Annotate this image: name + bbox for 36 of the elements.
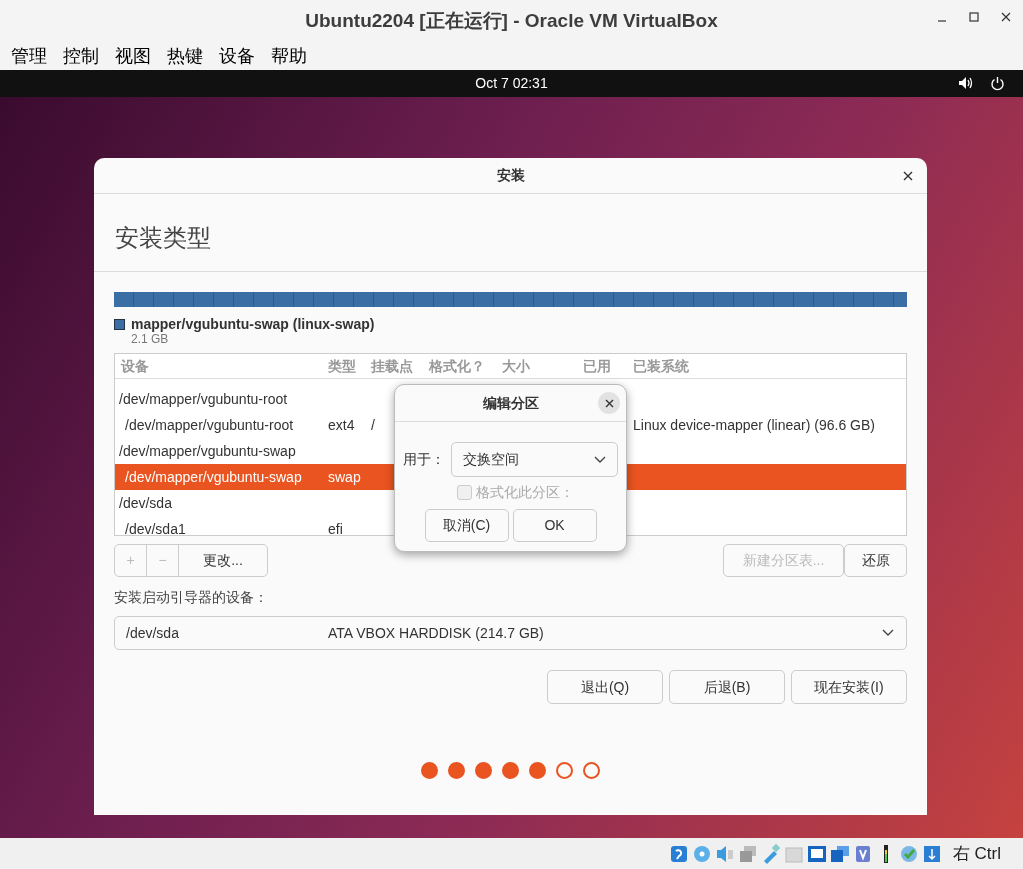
action-button[interactable]: 退出(Q) bbox=[547, 670, 663, 704]
dialog-title: 编辑分区 bbox=[482, 393, 539, 413]
boot-device-dropdown[interactable]: /dev/sda ATA VBOX HARDDISK (214.7 GB) bbox=[114, 616, 907, 650]
table-button[interactable]: 还原 bbox=[844, 544, 907, 577]
menu-item[interactable]: 设备 bbox=[211, 42, 263, 70]
table-cell[interactable]: efi bbox=[328, 516, 371, 535]
window-title: Ubuntu2204 [正在运行] - Oracle VM VirtualBox bbox=[305, 8, 718, 33]
format-label: 格式化此分区： bbox=[476, 483, 574, 502]
use-label: 用于： bbox=[403, 450, 445, 469]
menu-item[interactable]: 视图 bbox=[107, 42, 159, 70]
window-title: 安装 bbox=[496, 166, 525, 185]
partition-label: mapper/vgubuntu-swap (linux-swap) bbox=[131, 316, 375, 332]
boot-device-label: 安装启动引导器的设备： bbox=[114, 588, 269, 607]
partition-size: 2.1 GB bbox=[131, 332, 170, 346]
device-name[interactable]: /dev/sda bbox=[115, 492, 172, 514]
use-dropdown[interactable]: 交换空间 bbox=[451, 442, 618, 477]
page-heading: 安装类型 bbox=[94, 194, 927, 272]
table-button[interactable]: 更改... bbox=[178, 544, 268, 577]
table-cell[interactable]: /dev/sda1 bbox=[115, 516, 328, 535]
menu-item[interactable]: 管理 bbox=[3, 42, 55, 70]
action-button[interactable]: 现在安装(I) bbox=[791, 670, 907, 704]
table-cell[interactable]: ext4 bbox=[328, 412, 371, 438]
table-cell[interactable]: Linux device-mapper (linear) (96.6 GB) bbox=[633, 412, 906, 438]
device-name[interactable]: /dev/mapper/vgubuntu-root bbox=[115, 388, 288, 410]
device-name[interactable]: /dev/mapper/vgubuntu-swap bbox=[115, 440, 296, 462]
table-cell[interactable]: swap bbox=[328, 464, 371, 490]
clock[interactable]: Oct 7 02:31 bbox=[475, 73, 548, 94]
host-key-label: 右 Ctrl bbox=[952, 842, 1001, 865]
table-cell[interactable]: /dev/mapper/vgubuntu-root bbox=[115, 412, 328, 438]
dialog-button[interactable]: OK bbox=[512, 509, 597, 542]
table-cell[interactable]: /dev/mapper/vgubuntu-swap bbox=[115, 464, 328, 490]
dialog-button[interactable]: 取消(C) bbox=[424, 509, 509, 542]
menu-item[interactable]: 控制 bbox=[55, 42, 107, 70]
menu-item[interactable]: 帮助 bbox=[263, 42, 315, 70]
action-button[interactable]: 后退(B) bbox=[669, 670, 785, 704]
menu-item[interactable]: 热键 bbox=[159, 42, 211, 70]
